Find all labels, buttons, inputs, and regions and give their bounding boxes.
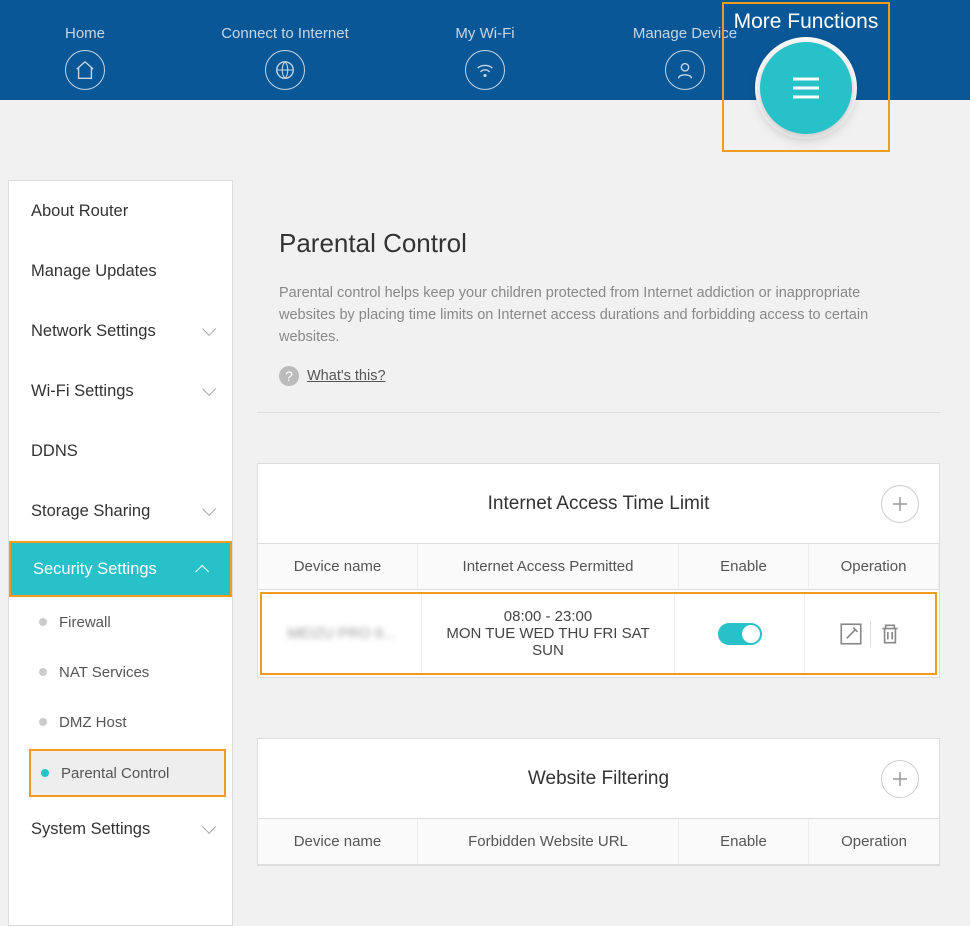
sidebar-ddns[interactable]: DDNS [9,421,232,481]
plus-icon [890,494,910,514]
nav-label: My Wi-Fi [455,25,514,42]
enable-toggle[interactable] [718,623,762,645]
website-filter-table: Device name Forbidden Website URL Enable… [258,819,939,865]
nav-wifi[interactable]: My Wi-Fi [405,25,565,90]
cell-enable [675,594,805,673]
nav-more-label: More Functions [724,10,888,34]
time-limit-table: Device name Internet Access Permitted En… [258,544,939,677]
main-pane: Parental Control Parental control helps … [257,180,970,926]
add-filter-rule-button[interactable] [881,760,919,798]
sidebar-sub-firewall[interactable]: Firewall [9,597,232,647]
col-url: Forbidden Website URL [418,819,679,865]
edit-icon[interactable] [838,621,864,647]
col-device: Device name [258,544,418,590]
home-icon [65,50,105,90]
wifi-icon [465,50,505,90]
sidebar-security-settings[interactable]: Security Settings [9,541,232,597]
cell-operation [805,594,935,673]
sidebar-manage-updates[interactable]: Manage Updates [9,241,232,301]
time-limit-header: Internet Access Time Limit [258,464,939,544]
cell-permitted: 08:00 - 23:00 MON TUE WED THU FRI SAT SU… [422,594,675,673]
bullet-icon [39,718,47,726]
time-rule-row-highlight: MEIZU PRO 6... 08:00 - 23:00 MON TUE WED… [260,592,937,675]
nav-label: Connect to Internet [221,25,349,42]
divider [257,412,940,413]
plus-icon [890,769,910,789]
nav-label: Home [65,25,105,42]
top-nav: Home Connect to Internet My Wi-Fi Manage… [0,0,970,100]
col-operation: Operation [809,544,939,590]
website-filter-panel: Website Filtering Device name Forbidden … [257,738,940,866]
sidebar-sub-parental-highlight: Parental Control [29,749,226,797]
user-icon [665,50,705,90]
cell-device: MEIZU PRO 6... [262,594,422,673]
bullet-icon [39,618,47,626]
sidebar: About Router Manage Updates Network Sett… [8,180,233,926]
delete-icon[interactable] [877,621,903,647]
sidebar-network-settings[interactable]: Network Settings [9,301,232,361]
nav-more-functions-highlight: More Functions [722,2,890,152]
nav-home[interactable]: Home [5,25,165,90]
globe-icon [265,50,305,90]
col-enable: Enable [679,819,809,865]
add-time-rule-button[interactable] [881,485,919,523]
page-description: Parental control helps keep your childre… [279,283,918,348]
nav-connect[interactable]: Connect to Internet [205,25,365,90]
sidebar-storage-sharing[interactable]: Storage Sharing [9,481,232,541]
col-operation: Operation [809,819,939,865]
divider [870,621,871,647]
sidebar-sub-parental[interactable]: Parental Control [31,751,224,795]
whats-this-link[interactable]: ? What's this? [279,366,940,386]
hamburger-icon [787,73,825,103]
sidebar-about-router[interactable]: About Router [9,181,232,241]
sidebar-system-settings[interactable]: System Settings [9,799,232,859]
page-title: Parental Control [279,228,940,259]
col-permitted: Internet Access Permitted [418,544,679,590]
sidebar-wifi-settings[interactable]: Wi-Fi Settings [9,361,232,421]
bullet-icon [39,668,47,676]
bullet-icon [41,769,49,777]
nav-more-button[interactable] [760,42,852,134]
time-limit-panel: Internet Access Time Limit Device name I… [257,463,940,678]
sidebar-sub-nat[interactable]: NAT Services [9,647,232,697]
col-enable: Enable [679,544,809,590]
sidebar-sub-dmz[interactable]: DMZ Host [9,697,232,747]
whats-this-label: What's this? [307,368,386,384]
question-icon: ? [279,366,299,386]
col-device: Device name [258,819,418,865]
website-filter-header: Website Filtering [258,739,939,819]
